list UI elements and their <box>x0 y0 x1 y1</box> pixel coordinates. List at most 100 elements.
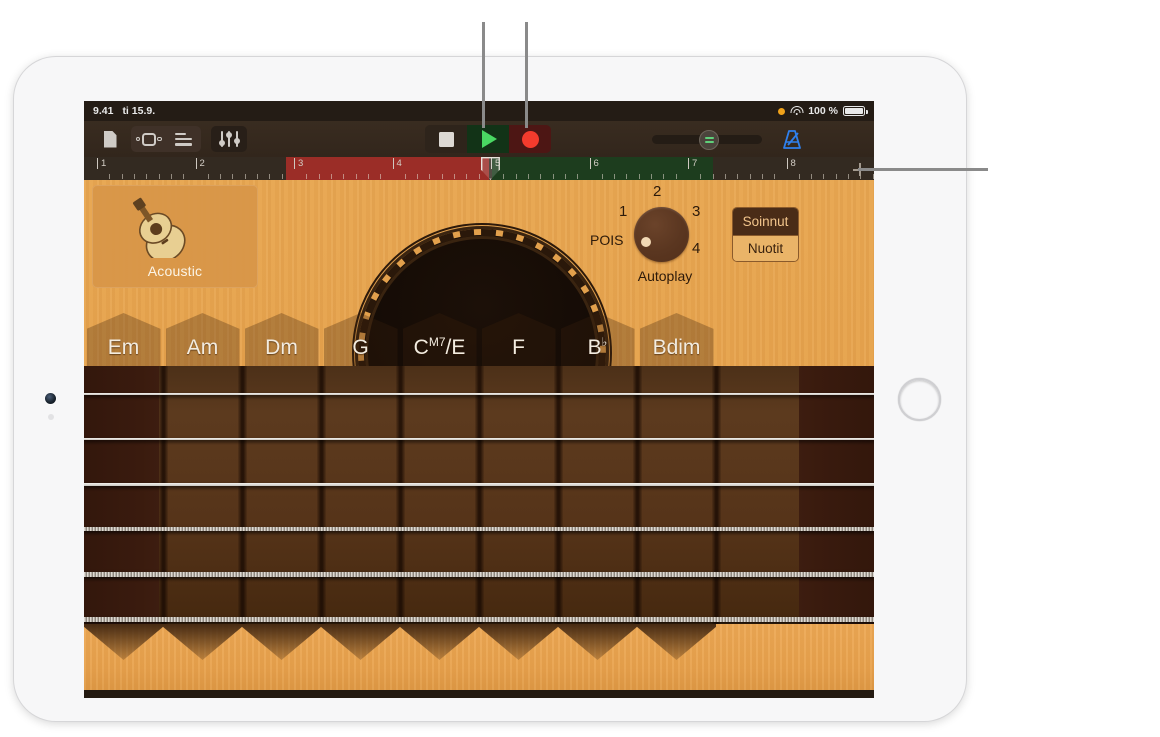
chord-label: Dm <box>265 336 298 359</box>
ruler-tick <box>638 174 640 179</box>
ruler-tick <box>257 174 259 179</box>
callout-line-record <box>525 22 528 128</box>
chord-strip: Em Am Dm G CM7/E F B♭ Bdim <box>84 313 874 366</box>
notes-mode-button[interactable]: Nuotit <box>733 234 798 261</box>
ruler-tick <box>318 174 320 179</box>
ruler-tick <box>121 174 123 179</box>
slider-knob[interactable] <box>699 129 719 150</box>
chord-button-bdim[interactable]: Bdim <box>637 313 716 366</box>
cycle-button[interactable] <box>131 126 166 152</box>
record-region <box>286 157 490 180</box>
master-volume-slider[interactable] <box>652 129 762 150</box>
screen-bottom-edge <box>84 690 874 698</box>
ipad-device-frame: 9.41 ti 15.9. 100 % 1 2 3 4 5 6 7 8 Acou… <box>14 57 966 721</box>
ruler-bar-3: 3 <box>294 158 303 169</box>
ruler-tick <box>848 174 850 179</box>
record-button[interactable] <box>509 125 551 153</box>
mixer-button[interactable] <box>211 126 247 152</box>
play-button[interactable] <box>467 125 509 153</box>
chord-button-am[interactable]: Am <box>163 313 242 366</box>
ruler-tick <box>503 174 505 179</box>
string-shadow <box>84 485 874 491</box>
chord-label: F <box>512 336 525 359</box>
chord-label: G <box>352 336 369 359</box>
ruler-tick <box>343 174 345 179</box>
ruler-tick <box>614 174 616 179</box>
chord-button-em[interactable]: Em <box>84 313 163 366</box>
battery-percent: 100 % <box>808 105 838 117</box>
ruler-tick <box>761 174 763 179</box>
screenshot-root: 9.41 ti 15.9. 100 % 1 2 3 4 5 6 7 8 Acou… <box>0 0 1160 737</box>
ruler-tick <box>232 174 234 179</box>
ruler-tick <box>663 174 665 179</box>
string-shadow <box>84 576 874 582</box>
ruler-tick <box>380 174 382 179</box>
instrument-selector[interactable]: Acoustic <box>92 185 258 288</box>
fretboard[interactable] <box>84 366 874 624</box>
neutral-region <box>84 157 287 180</box>
callout-line-play <box>482 22 485 128</box>
chord-button-f[interactable]: F <box>479 313 558 366</box>
chord-button-g[interactable]: G <box>321 313 400 366</box>
document-button[interactable] <box>97 127 123 151</box>
tracks-view-button[interactable] <box>166 126 201 152</box>
guitar-instrument-area: Acoustic POIS 1 2 3 4 Autoplay Soinnut N… <box>84 180 874 698</box>
chord-button-c[interactable]: CM7/E <box>400 313 479 366</box>
ruler-tick <box>429 174 431 179</box>
fretboard-left-edge <box>84 366 159 624</box>
ruler-tick <box>515 174 517 179</box>
ruler-tick <box>454 174 456 179</box>
ruler-tick <box>306 174 308 179</box>
ruler-tick <box>133 174 135 179</box>
instrument-label: Acoustic <box>147 263 203 279</box>
ipad-screen: 9.41 ti 15.9. 100 % 1 2 3 4 5 6 7 8 Acou… <box>84 101 874 698</box>
ruler-tick <box>207 174 209 179</box>
fret-divider <box>474 366 484 624</box>
fret-divider <box>711 366 721 624</box>
chord-label: Bdim <box>652 336 701 359</box>
string-shadow <box>84 394 874 400</box>
autoplay-knob[interactable] <box>634 207 689 262</box>
ruler-bar-4: 4 <box>392 158 402 169</box>
ruler-bar-1: 1 <box>97 158 106 169</box>
ruler-tick <box>355 174 357 179</box>
fret-divider <box>395 366 405 624</box>
wifi-icon <box>790 106 804 116</box>
autoplay-position-4[interactable]: 4 <box>692 240 700 257</box>
main-toolbar: ? <box>84 121 874 157</box>
stop-button[interactable] <box>425 125 467 153</box>
callout-line-ruler <box>858 168 988 171</box>
ambient-light-sensor <box>48 414 54 420</box>
fret-divider <box>237 366 247 624</box>
timeline-ruler[interactable]: 12345678 <box>84 157 874 180</box>
autoplay-position-2[interactable]: 2 <box>653 183 661 200</box>
autoplay-off-label: POIS <box>590 232 624 248</box>
autoplay-position-1[interactable]: 1 <box>619 203 627 220</box>
ruler-tick <box>564 174 566 179</box>
ruler-tick <box>552 174 554 179</box>
ruler-tick <box>527 174 529 179</box>
view-toggle-group <box>131 126 201 152</box>
ruler-tick <box>478 174 480 179</box>
metronome-button[interactable] <box>780 129 804 150</box>
ruler-tick <box>109 174 111 179</box>
ruler-tick <box>712 174 714 179</box>
home-button[interactable] <box>898 378 941 421</box>
autoplay-position-3[interactable]: 3 <box>692 203 700 220</box>
chord-button-dm[interactable]: Dm <box>242 313 321 366</box>
chord-button-b[interactable]: B♭ <box>558 313 637 366</box>
ruler-tick <box>244 174 246 179</box>
ruler-tick <box>540 174 542 179</box>
autoplay-control[interactable]: POIS 1 2 3 4 Autoplay <box>590 183 725 290</box>
ruler-tick <box>158 174 160 179</box>
record-icon <box>521 130 539 148</box>
ruler-tick <box>441 174 443 179</box>
track-list-icon <box>175 132 192 146</box>
metronome-icon <box>783 130 801 149</box>
fret-divider <box>553 366 563 624</box>
chords-mode-button[interactable]: Soinnut <box>733 208 798 235</box>
ruler-tick <box>330 174 332 179</box>
ruler-tick <box>601 174 603 179</box>
ruler-tick <box>183 174 185 179</box>
autoplay-knob-indicator <box>641 237 651 247</box>
